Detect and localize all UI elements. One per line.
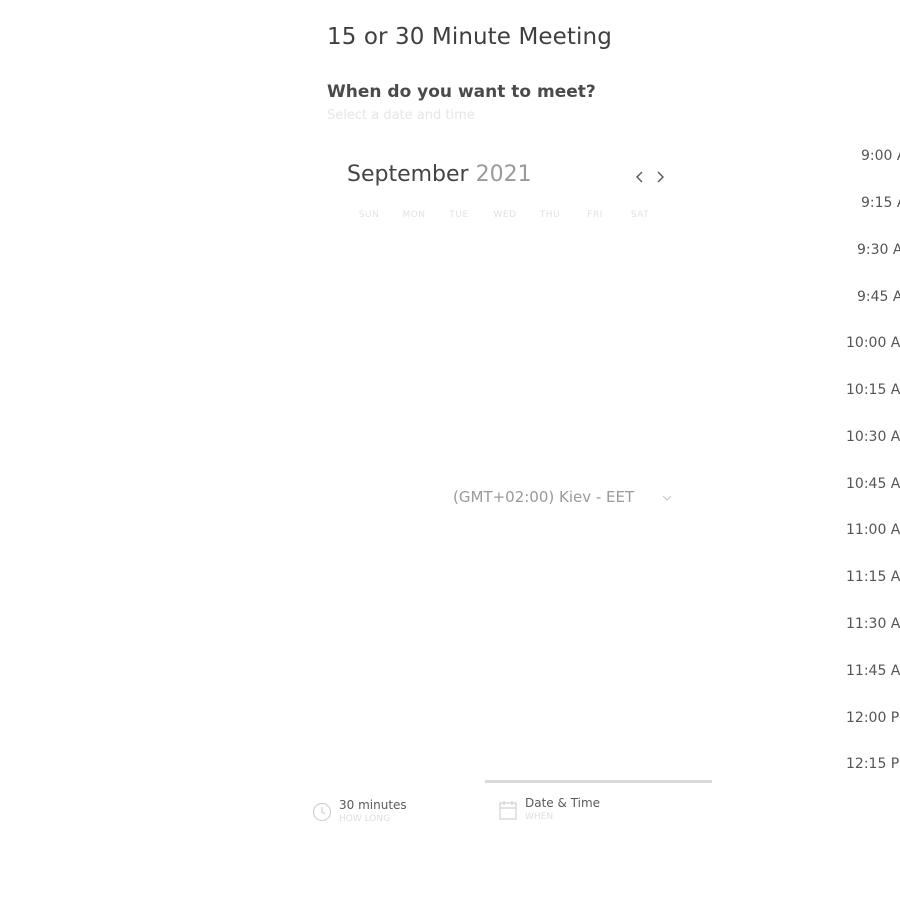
step-duration-label: 30 minutes xyxy=(339,798,407,812)
timezone-select[interactable]: (GMT+02:00) Kiev - EET xyxy=(453,487,681,511)
calendar-month-name: September xyxy=(347,162,469,187)
step-duration[interactable]: 30 minutes HOW LONG xyxy=(312,796,472,826)
next-month-button[interactable] xyxy=(650,166,670,188)
time-slot[interactable]: 11:00 A xyxy=(846,522,900,538)
page-title: 15 or 30 Minute Meeting xyxy=(327,24,612,50)
time-slot[interactable]: 10:45 A xyxy=(846,476,900,492)
weekday-thu: THU xyxy=(539,210,561,220)
section-question: When do you want to meet? xyxy=(327,82,596,102)
time-slot[interactable]: 9:00 A xyxy=(861,148,900,164)
time-slot[interactable]: 9:15 A xyxy=(861,195,900,211)
weekday-wed: WED xyxy=(493,210,517,220)
weekday-fri: FRI xyxy=(587,210,603,220)
step-date-time-sub: WHEN xyxy=(525,812,554,822)
time-slot[interactable]: 9:30 AM xyxy=(857,242,900,258)
chevron-left-icon xyxy=(636,171,643,183)
calendar-month-title: September 2021 xyxy=(347,162,532,187)
time-slot[interactable]: 10:00 A xyxy=(846,335,900,351)
time-slot[interactable]: 10:15 A xyxy=(846,382,900,398)
active-step-indicator xyxy=(485,780,712,783)
previous-month-button[interactable] xyxy=(630,166,650,188)
time-slot[interactable]: 9:45 AM xyxy=(857,289,900,305)
calendar-year: 2021 xyxy=(475,162,532,187)
weekday-sun: SUN xyxy=(358,210,380,220)
time-slot[interactable]: 12:15 P xyxy=(846,756,900,772)
calendar-icon xyxy=(499,801,517,820)
chevron-down-icon xyxy=(662,495,672,501)
weekday-sat: SAT xyxy=(630,210,650,220)
booking-page: 15 or 30 Minute Meeting When do you want… xyxy=(0,0,900,900)
time-slot[interactable]: 11:30 A xyxy=(846,616,900,632)
timezone-value: (GMT+02:00) Kiev - EET xyxy=(453,488,635,506)
step-date-time-label: Date & Time xyxy=(525,796,601,810)
chevron-right-icon xyxy=(657,171,664,183)
section-hint: Select a date and time xyxy=(327,108,475,123)
time-slot[interactable]: 10:30 A xyxy=(846,429,900,445)
time-slot[interactable]: 11:45 A xyxy=(846,663,900,679)
step-duration-sub: HOW LONG xyxy=(339,814,391,824)
clock-icon xyxy=(312,802,332,822)
weekday-mon: MON xyxy=(402,210,426,220)
time-slot[interactable]: 11:15 A xyxy=(846,569,900,585)
step-date-time[interactable]: Date & Time WHEN xyxy=(498,794,658,824)
weekday-tue: TUE xyxy=(449,210,469,220)
time-slot[interactable]: 12:00 P xyxy=(846,710,900,726)
